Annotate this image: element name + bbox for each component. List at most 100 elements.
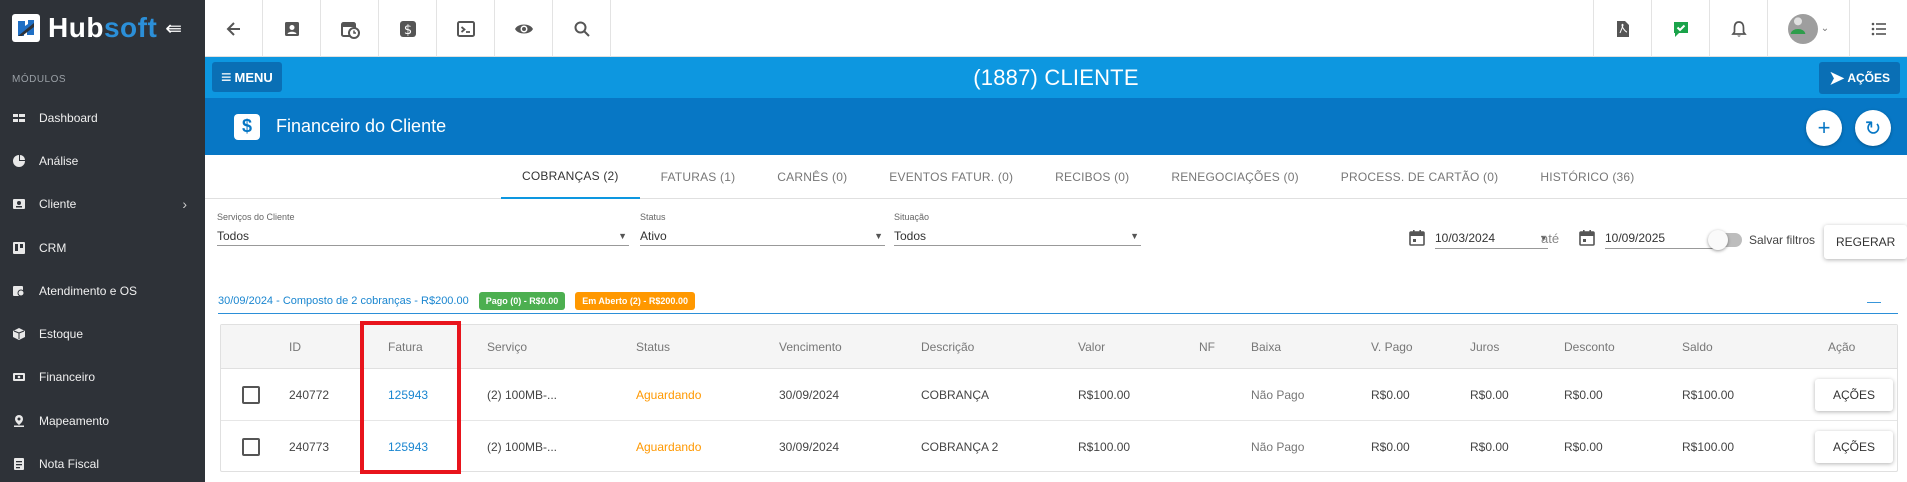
sidebar-item-crm[interactable]: CRM bbox=[0, 226, 205, 269]
date-from-value-box[interactable]: 10/03/2024 ▼ bbox=[1435, 227, 1548, 249]
row-checkbox[interactable] bbox=[242, 385, 260, 404]
terminal-button[interactable] bbox=[437, 0, 495, 57]
list-menu-button[interactable] bbox=[1849, 0, 1907, 57]
view-button[interactable] bbox=[495, 0, 553, 57]
pdf-icon bbox=[1616, 20, 1629, 37]
tab-renegociacoes[interactable]: RENEGOCIAÇÕES (0) bbox=[1150, 155, 1319, 199]
row-action-cell: AÇÕES bbox=[1815, 369, 1894, 420]
sidebar-item-nota-fiscal[interactable]: Nota Fiscal bbox=[0, 442, 205, 482]
sidebar-item-estoque[interactable]: Estoque bbox=[0, 312, 205, 355]
sidebar-item-label: Análise bbox=[39, 153, 79, 168]
tab-historico[interactable]: HISTÓRICO (36) bbox=[1519, 155, 1655, 199]
sidebar-item-dashboard[interactable]: Dashboard bbox=[0, 96, 205, 139]
save-filters-label: Salvar filtros bbox=[1749, 233, 1816, 247]
brand[interactable]: Hubsoft ⇚ bbox=[0, 0, 205, 56]
column-header-paid[interactable]: V. Pago bbox=[1371, 325, 1413, 368]
notifications-button[interactable] bbox=[1709, 0, 1767, 57]
search-icon bbox=[574, 21, 590, 37]
charge-group-header[interactable]: 30/09/2024 - Composto de 2 cobranças - R… bbox=[218, 289, 1898, 314]
invoice-column-highlight bbox=[360, 321, 461, 474]
column-header-id[interactable]: ID bbox=[289, 325, 301, 368]
column-header-value[interactable]: Valor bbox=[1078, 325, 1105, 368]
schedule-button[interactable] bbox=[321, 0, 379, 57]
column-header-interest[interactable]: Juros bbox=[1470, 325, 1499, 368]
back-button[interactable] bbox=[205, 0, 263, 57]
value-cell: R$100.00 bbox=[1078, 387, 1131, 402]
services-filter-label: Serviços do Cliente bbox=[217, 212, 295, 222]
sidebar-item-atendimento[interactable]: Atendimento e OS bbox=[0, 269, 205, 312]
date-from-value: 10/03/2024 bbox=[1435, 230, 1496, 245]
eye-icon bbox=[514, 24, 533, 33]
row-actions-button[interactable]: AÇÕES bbox=[1815, 431, 1894, 463]
status-value: Ativo bbox=[640, 228, 667, 243]
tab-cobrancas[interactable]: COBRANÇAS (2) bbox=[501, 155, 640, 199]
hubsoft-logo-icon bbox=[12, 14, 40, 42]
column-header-service[interactable]: Serviço bbox=[487, 325, 527, 368]
chat-button[interactable] bbox=[1651, 0, 1709, 57]
save-filters-toggle[interactable] bbox=[1708, 230, 1742, 250]
box-icon bbox=[12, 327, 26, 341]
situation-filter[interactable]: Situação Todos ▼ bbox=[894, 212, 1141, 246]
actions-label: AÇÕES bbox=[1847, 71, 1890, 85]
refresh-button[interactable]: ↻ bbox=[1855, 110, 1891, 146]
row-actions-button[interactable]: AÇÕES bbox=[1815, 378, 1894, 411]
chevron-down-icon: ⌄ bbox=[1820, 23, 1830, 34]
pdf-button[interactable] bbox=[1593, 0, 1651, 57]
tab-carnes[interactable]: CARNÊS (0) bbox=[756, 155, 868, 199]
tab-process-cartao[interactable]: PROCESS. DE CARTÃO (0) bbox=[1320, 155, 1520, 199]
calendar-icon bbox=[1579, 230, 1595, 246]
regenerate-button[interactable]: REGERAR bbox=[1824, 225, 1907, 259]
refresh-icon: ↻ bbox=[1864, 117, 1882, 140]
column-header-discount[interactable]: Desconto bbox=[1564, 325, 1615, 368]
tab-recibos[interactable]: RECIBOS (0) bbox=[1034, 155, 1150, 199]
column-header-settlement[interactable]: Baixa bbox=[1251, 325, 1281, 368]
date-from-field[interactable]: 10/03/2024 ▼ bbox=[1409, 227, 1548, 249]
column-header-nf[interactable]: NF bbox=[1199, 325, 1215, 368]
date-to-field[interactable]: 10/09/2025 ▼ bbox=[1579, 227, 1718, 249]
services-select[interactable]: Todos ▼ bbox=[217, 226, 629, 246]
sidebar-item-label: Cliente bbox=[39, 197, 77, 212]
services-filter[interactable]: Serviços do Cliente Todos ▼ bbox=[217, 212, 629, 246]
contact-card-icon bbox=[284, 21, 299, 36]
column-header-balance[interactable]: Saldo bbox=[1682, 325, 1713, 368]
client-actions-button[interactable]: ➤ AÇÕES bbox=[1819, 62, 1900, 94]
add-button[interactable]: + bbox=[1806, 110, 1842, 146]
bell-icon bbox=[1730, 20, 1747, 37]
check-chat-icon bbox=[1673, 21, 1688, 37]
column-header-description[interactable]: Descrição bbox=[921, 325, 974, 368]
row-checkbox[interactable] bbox=[242, 438, 260, 456]
terminal-icon bbox=[456, 20, 475, 37]
situation-select[interactable]: Todos ▼ bbox=[894, 226, 1141, 246]
paid-cell: R$0.00 bbox=[1371, 387, 1410, 402]
status-select[interactable]: Ativo ▼ bbox=[640, 226, 885, 246]
board-icon bbox=[12, 241, 26, 255]
column-header-status[interactable]: Status bbox=[636, 325, 670, 368]
due-date-cell: 30/09/2024 bbox=[779, 440, 840, 454]
sidebar-item-mapeamento[interactable]: Mapeamento bbox=[0, 399, 205, 442]
calendar-clock-icon bbox=[12, 284, 26, 298]
sidebar-item-cliente[interactable]: Cliente › bbox=[0, 183, 205, 226]
search-button[interactable] bbox=[553, 0, 611, 57]
client-card-button[interactable] bbox=[263, 0, 321, 57]
date-to-value-box[interactable]: 10/09/2025 ▼ bbox=[1605, 227, 1718, 249]
status-filter[interactable]: Status Ativo ▼ bbox=[640, 212, 885, 246]
financial-button[interactable]: $ bbox=[379, 0, 437, 57]
list-icon bbox=[1871, 22, 1886, 35]
column-header-due[interactable]: Vencimento bbox=[779, 325, 842, 368]
status-cell: Aguardando bbox=[636, 387, 702, 402]
tab-eventos-fatur[interactable]: EVENTOS FATUR. (0) bbox=[868, 155, 1034, 199]
collapse-sidebar-icon[interactable]: ⇚ bbox=[165, 16, 182, 41]
paid-badge: Pago (0) - R$0.00 bbox=[478, 292, 566, 310]
balance-cell: R$100.00 bbox=[1682, 440, 1735, 454]
collapse-group-icon[interactable]: — bbox=[1867, 293, 1881, 309]
money-icon bbox=[12, 370, 26, 384]
modules-label: MÓDULOS bbox=[12, 74, 67, 85]
menu-button[interactable]: ≡ MENU bbox=[212, 62, 282, 92]
user-menu[interactable]: ⌄ bbox=[1767, 0, 1849, 57]
paid-cell: R$0.00 bbox=[1371, 440, 1410, 454]
sidebar-item-analise[interactable]: Análise bbox=[0, 139, 205, 182]
tab-faturas[interactable]: FATURAS (1) bbox=[640, 155, 757, 199]
charges-table: ID Fatura Serviço Status Vencimento Desc… bbox=[220, 324, 1898, 472]
brand-name: Hubsoft bbox=[48, 12, 157, 44]
sidebar-item-financeiro[interactable]: Financeiro bbox=[0, 356, 205, 399]
